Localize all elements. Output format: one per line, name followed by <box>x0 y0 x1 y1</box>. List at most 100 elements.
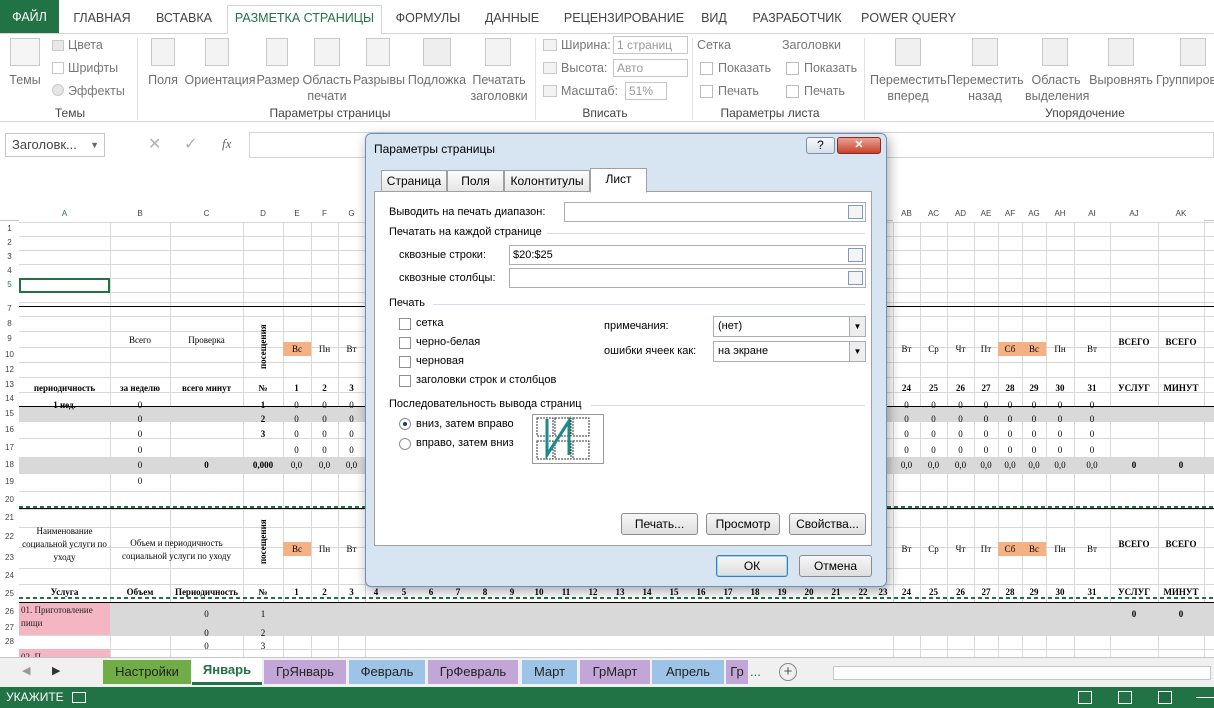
zero-value[interactable]: 0 <box>920 400 947 410</box>
day-number[interactable]: 24 <box>893 383 920 393</box>
scroll-right-icon[interactable]: ▶ <box>52 664 60 677</box>
day-header[interactable]: Чт <box>947 342 974 356</box>
zero-value[interactable]: 0,000 <box>243 460 283 470</box>
zero-value[interactable]: 0 <box>920 445 947 455</box>
zero-value[interactable]: 0,0 <box>1074 460 1110 470</box>
zero-value[interactable]: 0 <box>1046 429 1074 439</box>
column-header-af[interactable]: AF <box>998 207 1022 221</box>
zero-value[interactable]: 0 <box>110 414 170 424</box>
tab-page[interactable]: Страница <box>381 170 447 192</box>
zero-value[interactable]: 0,0 <box>947 460 974 470</box>
draft-checkbox[interactable] <box>399 356 411 368</box>
row-header[interactable]: 24 <box>0 568 19 584</box>
zero-value[interactable]: 0 <box>110 429 170 439</box>
day-header[interactable]: Пт <box>974 342 998 356</box>
row-header[interactable]: 10 <box>0 347 19 362</box>
sheet-tab[interactable]: Гр <box>726 660 748 684</box>
zero-value[interactable]: 0 <box>947 400 974 410</box>
day-number[interactable]: 30 <box>1046 383 1074 393</box>
column-header-ae[interactable]: AE <box>974 207 998 221</box>
minutes-header[interactable]: МИНУТ <box>1158 587 1204 597</box>
name-box[interactable]: Заголовк... ▼ <box>5 133 105 157</box>
row-number[interactable]: 3 <box>243 641 283 651</box>
rows-repeat-input[interactable]: $20:$25 <box>509 245 866 265</box>
day-header[interactable]: Вс <box>283 342 311 356</box>
black-white-checkbox[interactable] <box>399 337 411 349</box>
down-then-over-radio[interactable] <box>399 418 411 430</box>
zero-value[interactable]: 0 <box>1074 414 1110 424</box>
zero-value[interactable]: 0 <box>311 400 338 410</box>
row-header[interactable]: 17 <box>0 438 19 457</box>
day-number[interactable]: 4 <box>365 587 387 597</box>
zero-value[interactable]: 0 <box>1022 429 1046 439</box>
headings-show-checkbox[interactable] <box>786 62 799 75</box>
row-header[interactable]: 8 <box>0 316 19 331</box>
total-minutes-header[interactable]: ВСЕГО <box>1158 539 1204 549</box>
day-number[interactable]: 10 <box>528 587 550 597</box>
zero-value[interactable]: 0 <box>338 445 365 455</box>
row-header[interactable]: 22 <box>0 527 19 547</box>
day-number[interactable]: 29 <box>1022 383 1046 393</box>
zero-value[interactable]: 0 <box>110 476 170 486</box>
header-check[interactable]: Проверка <box>170 335 243 345</box>
width-select[interactable]: 1 страниц <box>613 36 688 54</box>
range-picker-icon[interactable] <box>848 205 863 219</box>
zoom-out-icon[interactable] <box>1196 697 1214 698</box>
zero-value[interactable]: 0 <box>338 400 365 410</box>
column-header-ad[interactable]: AD <box>947 207 974 221</box>
macro-record-icon[interactable] <box>72 692 86 703</box>
zero-value[interactable]: 0 <box>1158 460 1204 470</box>
zero-value[interactable]: 0 <box>311 445 338 455</box>
column-header-b[interactable]: B <box>110 207 170 221</box>
row-header[interactable]: 7 <box>0 302 19 316</box>
column-header-ak[interactable]: AK <box>1158 207 1204 221</box>
zero-value[interactable]: 0 <box>1074 445 1110 455</box>
day-header[interactable]: Пн <box>311 542 338 556</box>
breaks-button[interactable]: Разрывы <box>353 72 405 88</box>
zero-value[interactable]: 0 <box>998 414 1022 424</box>
close-button[interactable]: ✕ <box>837 137 881 154</box>
over-then-down-radio[interactable] <box>399 438 411 450</box>
day-number[interactable]: 18 <box>744 587 766 597</box>
day-header[interactable]: Вт <box>338 542 365 556</box>
help-button[interactable]: ? <box>806 137 835 154</box>
minutes-header[interactable]: МИНУТ <box>1158 383 1204 393</box>
zero-value[interactable]: 0 <box>947 414 974 424</box>
zero-value[interactable]: 0 <box>1110 609 1158 619</box>
comments-select[interactable]: (нет) ▼ <box>713 316 866 337</box>
day-number[interactable]: 1 <box>283 383 310 393</box>
gridlines-print-checkbox[interactable] <box>700 85 713 98</box>
column-header-ac[interactable]: AC <box>920 207 947 221</box>
tab-sheet[interactable]: Лист <box>590 168 647 193</box>
tab-insert[interactable]: ВСТАВКА <box>146 6 222 30</box>
tab-data[interactable]: ДАННЫЕ <box>478 6 546 30</box>
sheet-tab[interactable]: Февраль <box>349 660 425 684</box>
properties-button[interactable]: Свойства... <box>789 513 866 535</box>
day-header[interactable]: Вт <box>893 542 920 556</box>
print-area-button[interactable]: Область печати <box>300 72 354 104</box>
tab-page-layout[interactable]: РАЗМЕТКА СТРАНИЦЫ <box>227 5 382 35</box>
day-number[interactable]: 20 <box>798 587 820 597</box>
day-number[interactable]: 25 <box>920 383 947 393</box>
zero-value[interactable]: 0 <box>1074 429 1110 439</box>
margins-button[interactable]: Поля <box>144 72 182 88</box>
day-header[interactable]: Пн <box>1046 342 1074 356</box>
row-header[interactable]: 13 <box>0 377 19 392</box>
day-header[interactable]: Вс <box>1022 542 1046 556</box>
column-header-f[interactable]: F <box>311 207 338 221</box>
zero-value[interactable]: 0 <box>1022 414 1046 424</box>
day-number[interactable]: 26 <box>947 383 974 393</box>
zero-value[interactable]: 0 <box>110 445 170 455</box>
zero-value[interactable]: 0 <box>283 400 310 410</box>
day-header[interactable]: Вт <box>1074 542 1110 556</box>
column-header-e[interactable]: E <box>283 207 311 221</box>
zero-value[interactable]: 0,0 <box>1046 460 1074 470</box>
scroll-left-icon[interactable]: ◀ <box>22 664 30 677</box>
tab-developer[interactable]: РАЗРАБОТЧИК <box>744 6 850 30</box>
print-area-input[interactable] <box>564 202 866 222</box>
day-number[interactable]: 28 <box>998 383 1022 393</box>
header-total[interactable]: Всего <box>110 335 170 345</box>
periodicity-header[interactable]: Периодичность <box>170 587 243 597</box>
zero-value[interactable]: 0,0 <box>338 460 365 470</box>
day-number[interactable]: 25 <box>920 587 947 597</box>
